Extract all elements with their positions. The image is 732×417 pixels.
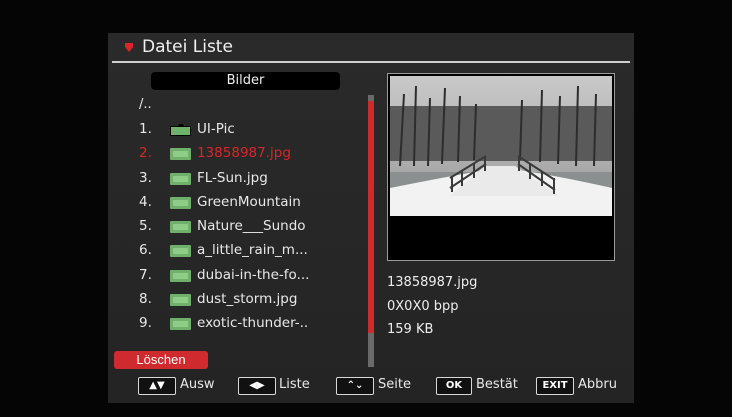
page-up-down-key-icon: ⌃⌄ bbox=[336, 377, 374, 395]
image-file-icon bbox=[170, 221, 191, 234]
file-list-item-number: 6. bbox=[139, 242, 152, 259]
file-list-item-name: exotic-thunder-.. bbox=[197, 315, 309, 332]
file-list-item[interactable]: 4. GreenMountain bbox=[139, 191, 369, 215]
cancel-hint-label: Abbru bbox=[578, 377, 617, 392]
image-file-icon bbox=[170, 172, 191, 185]
ok-key-icon: OK bbox=[436, 377, 472, 395]
delete-button[interactable]: Löschen bbox=[114, 351, 208, 369]
file-list-item-name: dust_storm.jpg bbox=[197, 291, 298, 308]
tv-screen: Datei Liste Bilder /.. 1. UI-Pic 2. 1385898… bbox=[0, 0, 732, 417]
image-file-icon bbox=[170, 269, 191, 282]
select-hint-label: Ausw bbox=[180, 377, 215, 392]
file-list-item-number: 3. bbox=[139, 169, 152, 186]
confirm-hint-label: Bestät bbox=[476, 377, 518, 392]
file-list-item-number: 8. bbox=[139, 291, 152, 308]
file-list-item[interactable]: 6. a_little_rain_m... bbox=[139, 239, 369, 263]
file-list-item[interactable]: 9. exotic-thunder-.. bbox=[139, 312, 369, 336]
file-list-item-name: a_little_rain_m... bbox=[197, 242, 308, 259]
file-list-item-number: 4. bbox=[139, 193, 152, 210]
file-list-item-name: FL-Sun.jpg bbox=[197, 169, 268, 186]
title-bar: Datei Liste bbox=[108, 33, 634, 61]
file-list-item[interactable]: 3. FL-Sun.jpg bbox=[139, 167, 369, 191]
preview-bit-depth: 0X0X0 bpp bbox=[387, 299, 459, 314]
file-list-item-name: 13858987.jpg bbox=[197, 145, 291, 162]
file-list-item[interactable]: 7. dubai-in-the-fo... bbox=[139, 264, 369, 288]
title-divider bbox=[112, 61, 630, 63]
list-hint-label: Liste bbox=[279, 377, 310, 392]
image-file-icon bbox=[170, 245, 191, 258]
file-list: 1. UI-Pic 2. 13858987.jpg 3. FL-Sun.jpg 4. Gree… bbox=[139, 118, 369, 337]
file-list-item-number: 5. bbox=[139, 218, 152, 235]
exit-key-icon: EXIT bbox=[536, 377, 574, 395]
preview-file-size: 159 KB bbox=[387, 322, 434, 337]
left-right-key-icon: ◀▶ bbox=[238, 377, 276, 395]
file-list-item-name: dubai-in-the-fo... bbox=[197, 266, 310, 283]
image-file-icon bbox=[170, 318, 191, 331]
up-down-key-icon: ▲▼ bbox=[138, 377, 176, 395]
file-list-item-number: 9. bbox=[139, 315, 152, 332]
image-file-icon bbox=[170, 196, 191, 209]
current-folder-label: Bilder bbox=[151, 72, 340, 90]
parent-directory-item[interactable]: /.. bbox=[139, 97, 152, 112]
file-list-item-name: Nature___Sundo bbox=[197, 218, 306, 235]
list-scrollbar[interactable] bbox=[368, 95, 374, 367]
file-list-item[interactable]: 5. Nature___Sundo bbox=[139, 215, 369, 239]
image-preview bbox=[387, 73, 615, 261]
folder-icon bbox=[170, 124, 191, 136]
preview-filename: 13858987.jpg bbox=[387, 275, 478, 290]
file-list-item-name: GreenMountain bbox=[197, 193, 301, 210]
red-bullet-icon bbox=[125, 43, 133, 52]
file-list-item-number: 2. bbox=[139, 145, 152, 162]
file-list-dialog: Datei Liste Bilder /.. 1. UI-Pic 2. 1385898… bbox=[108, 33, 634, 403]
file-list-item[interactable]: 1. UI-Pic bbox=[139, 118, 369, 142]
dialog-title: Datei Liste bbox=[142, 37, 233, 57]
preview-image bbox=[390, 76, 612, 216]
file-list-item[interactable]: 8. dust_storm.jpg bbox=[139, 288, 369, 312]
page-hint-label: Seite bbox=[378, 377, 411, 392]
image-file-icon bbox=[170, 294, 191, 307]
key-hint-bar: ▲▼ Ausw ◀▶ Liste ⌃⌄ Seite OK Bestät EXIT… bbox=[108, 375, 634, 397]
image-file-icon bbox=[170, 148, 191, 161]
scrollbar-thumb[interactable] bbox=[368, 101, 374, 333]
file-list-item-number: 7. bbox=[139, 266, 152, 283]
file-list-item-name: UI-Pic bbox=[197, 121, 235, 137]
file-list-item-number: 1. bbox=[139, 121, 152, 137]
file-list-item[interactable]: 2. 13858987.jpg bbox=[139, 142, 369, 166]
